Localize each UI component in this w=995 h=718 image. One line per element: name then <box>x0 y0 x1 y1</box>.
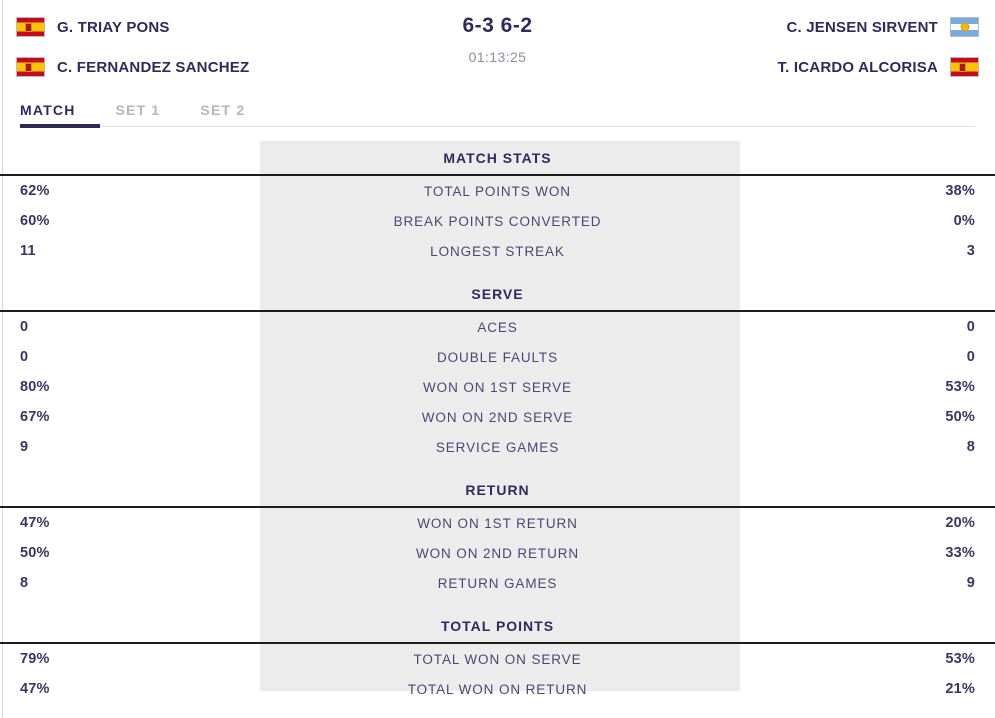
section-title: SERVE <box>471 285 524 302</box>
match-score-block: 6-3 6-2 01:13:25 <box>396 10 599 65</box>
stats-row: 67% WON ON 2ND SERVE 50% <box>0 402 995 432</box>
spain-flag-icon <box>16 57 45 77</box>
home-player-1[interactable]: G. TRIAY PONS <box>16 14 396 40</box>
away-stat-value: 0 <box>966 349 975 365</box>
player-name: C. FERNANDEZ SANCHEZ <box>57 58 250 76</box>
match-score: 6-3 6-2 <box>462 14 533 37</box>
stats-row: 47% WON ON 1ST RETURN 20% <box>0 508 995 538</box>
away-stat-value: 20% <box>945 515 975 531</box>
home-team: G. TRIAY PONS C. FERNANDEZ SANCHEZ <box>16 10 396 80</box>
stats-section-header: RETURN <box>0 473 995 508</box>
match-duration: 01:13:25 <box>468 49 527 65</box>
stats-section-header: SERVE <box>0 277 995 312</box>
stat-label: WON ON 1ST SERVE <box>423 379 572 395</box>
home-stat-value: 0 <box>20 319 29 335</box>
stats-rows: MATCH STATS 62% TOTAL POINTS WON 38% 60% BREA… <box>0 141 995 704</box>
section-title: TOTAL POINTS <box>440 617 555 634</box>
away-stat-value: 21% <box>945 681 975 697</box>
home-stat-value: 80% <box>20 379 50 395</box>
stat-label: RETURN GAMES <box>437 575 558 591</box>
home-stat-value: 11 <box>20 243 36 259</box>
away-stat-value: 33% <box>945 545 975 561</box>
home-stat-value: 67% <box>20 409 50 425</box>
away-stat-value: 50% <box>945 409 975 425</box>
player-name: T. ICARDO ALCORISA <box>777 58 938 76</box>
away-stat-value: 53% <box>945 379 975 395</box>
stat-label: TOTAL POINTS WON <box>424 183 571 199</box>
stats-row: 47% TOTAL WON ON RETURN 21% <box>0 674 995 704</box>
away-stat-value: 0 <box>966 319 975 335</box>
scoreboard-header: G. TRIAY PONS C. FERNANDEZ SANCHEZ 6-3 6… <box>0 0 995 88</box>
stats-row: 60% BREAK POINTS CONVERTED 0% <box>0 206 995 236</box>
tab-set-1[interactable]: SET 1 <box>116 102 161 126</box>
stat-label: LONGEST STREAK <box>430 243 565 259</box>
home-stat-value: 0 <box>20 349 29 365</box>
away-stat-value: 8 <box>966 439 975 455</box>
player-name: G. TRIAY PONS <box>57 18 170 36</box>
away-stat-value: 3 <box>966 243 975 259</box>
spain-flag-icon <box>950 57 979 77</box>
home-stat-value: 47% <box>20 515 50 531</box>
home-stat-value: 60% <box>20 213 50 229</box>
stats-section-header: TOTAL POINTS <box>0 609 995 644</box>
home-stat-value: 9 <box>20 439 29 455</box>
stat-label: DOUBLE FAULTS <box>437 349 558 365</box>
stats-row: 80% WON ON 1ST SERVE 53% <box>0 372 995 402</box>
away-player-2[interactable]: T. ICARDO ALCORISA <box>777 54 979 80</box>
home-stat-value: 47% <box>20 681 50 697</box>
home-stat-value: 8 <box>20 575 29 591</box>
tab-set-2[interactable]: SET 2 <box>200 102 245 126</box>
section-title: RETURN <box>465 481 530 498</box>
stats-row: 62% TOTAL POINTS WON 38% <box>0 176 995 206</box>
stats-row: 0 DOUBLE FAULTS 0 <box>0 342 995 372</box>
spain-flag-icon <box>16 17 45 37</box>
stats-section-header: MATCH STATS <box>0 141 995 176</box>
away-player-1[interactable]: C. JENSEN SIRVENT <box>786 14 979 40</box>
stats-row: 79% TOTAL WON ON SERVE 53% <box>0 644 995 674</box>
away-stat-value: 38% <box>945 183 975 199</box>
tab-underline <box>20 124 975 128</box>
stat-label: TOTAL WON ON RETURN <box>407 681 588 697</box>
away-stat-value: 0% <box>953 213 975 229</box>
stat-label: ACES <box>477 319 518 335</box>
stats-row: 50% WON ON 2ND RETURN 33% <box>0 538 995 568</box>
stats-row: 0 ACES 0 <box>0 312 995 342</box>
home-stat-value: 50% <box>20 545 50 561</box>
away-stat-value: 9 <box>966 575 975 591</box>
argentina-flag-icon <box>950 17 979 37</box>
home-player-2[interactable]: C. FERNANDEZ SANCHEZ <box>16 54 396 80</box>
stat-label: WON ON 1ST RETURN <box>417 515 578 531</box>
stats-row: 11 LONGEST STREAK 3 <box>0 236 995 266</box>
stats-row: 9 SERVICE GAMES 8 <box>0 432 995 462</box>
stat-label: BREAK POINTS CONVERTED <box>393 213 602 229</box>
stat-label: WON ON 2ND SERVE <box>421 409 574 425</box>
stat-label: TOTAL WON ON SERVE <box>413 651 582 667</box>
section-title: MATCH STATS <box>443 149 552 166</box>
away-team: C. JENSEN SIRVENT T. ICARDO ALCORISA <box>599 10 979 80</box>
match-stats-table: MATCH STATS 62% TOTAL POINTS WON 38% 60% BREA… <box>0 141 995 704</box>
player-name: C. JENSEN SIRVENT <box>786 18 938 36</box>
tab-match[interactable]: MATCH <box>20 102 76 126</box>
away-stat-value: 53% <box>945 651 975 667</box>
home-stat-value: 79% <box>20 651 50 667</box>
tab-bar: MATCH SET 1 SET 2 <box>0 88 995 128</box>
stat-label: WON ON 2ND RETURN <box>415 545 580 561</box>
stat-label: SERVICE GAMES <box>435 439 560 455</box>
stats-row: 8 RETURN GAMES 9 <box>0 568 995 598</box>
home-stat-value: 62% <box>20 183 50 199</box>
